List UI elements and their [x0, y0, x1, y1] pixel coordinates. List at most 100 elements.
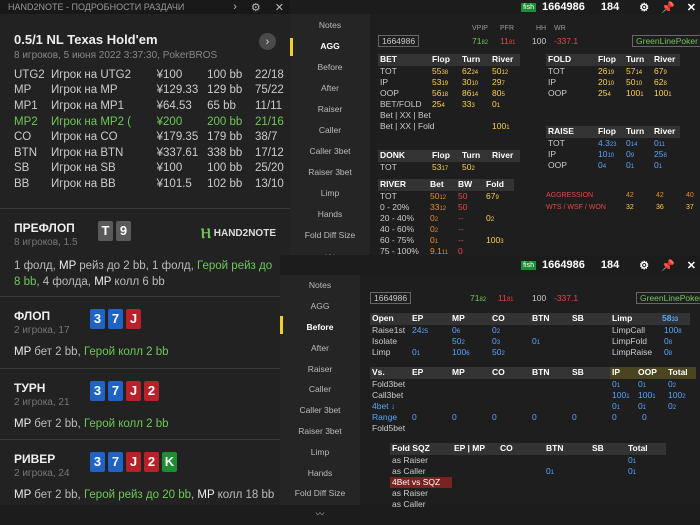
site-box[interactable]: GreenLinePoker — [632, 35, 700, 47]
menu-item[interactable]: Raiser — [280, 358, 360, 379]
stat-cell[interactable]: 502 — [460, 162, 490, 173]
stat-cell[interactable] — [498, 455, 544, 466]
stat-cell[interactable]: 50 — [456, 191, 484, 202]
menu-item[interactable]: Raiser 3bet — [290, 161, 370, 182]
stat-cell[interactable]: 5319 — [430, 77, 460, 88]
stat-cell[interactable]: 5538 — [430, 66, 460, 77]
stat-cell[interactable] — [544, 455, 590, 466]
stat-cell[interactable]: 014 — [624, 138, 652, 149]
stat-cell[interactable]: 0 — [570, 412, 610, 423]
menu-item[interactable]: AGG — [290, 35, 370, 56]
site-box[interactable]: GreenLinePoker — [636, 292, 700, 304]
stat-cell[interactable]: 6224 — [460, 66, 490, 77]
stat-cell[interactable]: 502 — [450, 336, 490, 347]
stat-cell[interactable] — [530, 347, 570, 358]
stat-cell[interactable]: 01 — [410, 347, 450, 358]
stat-cell[interactable]: 1003 — [484, 235, 514, 246]
player-id-box[interactable]: 1664986 — [370, 292, 412, 304]
menu-item[interactable]: Raiser — [290, 98, 370, 119]
stat-cell[interactable]: 04 — [596, 160, 624, 171]
stat-cell[interactable]: 02 — [428, 213, 456, 224]
stat-cell[interactable] — [530, 325, 570, 336]
menu-item[interactable]: Before — [290, 56, 370, 77]
stat-cell[interactable]: 08 — [662, 347, 692, 358]
menu-item[interactable]: Limp — [280, 441, 360, 462]
stat-cell[interactable]: 01 — [624, 160, 652, 171]
stat-cell[interactable]: 01 — [490, 99, 520, 110]
stat-cell[interactable]: 5317 — [430, 162, 460, 173]
stat-cell[interactable] — [452, 455, 498, 466]
stat-cell[interactable]: 3010 — [460, 77, 490, 88]
stat-cell[interactable]: -- — [456, 213, 484, 224]
stat-cell[interactable]: 01 — [544, 466, 590, 477]
stat-cell[interactable]: 01 — [636, 401, 666, 412]
stat-cell[interactable]: 50 — [456, 202, 484, 213]
menu-item[interactable]: Raiser 3bet — [280, 421, 360, 442]
stat-cell[interactable]: 2425 — [410, 325, 450, 336]
stat-cell[interactable]: 01 — [610, 401, 636, 412]
menu-item[interactable]: Fold Diff Size — [280, 483, 360, 504]
stat-cell[interactable]: -- — [456, 224, 484, 235]
stat-cell[interactable]: 333 — [460, 99, 490, 110]
menu-item[interactable]: Caller 3bet — [290, 140, 370, 161]
stat-cell[interactable]: 1001 — [624, 88, 652, 99]
stat-cell[interactable]: 01 — [626, 466, 666, 477]
stat-cell[interactable]: 3312 — [428, 202, 456, 213]
stat-cell[interactable]: 297 — [490, 77, 520, 88]
stat-cell[interactable]: 1001 — [610, 390, 636, 401]
chart-icon[interactable]: 〰 — [280, 504, 360, 525]
stat-cell[interactable]: 01 — [530, 336, 570, 347]
stat-cell[interactable]: 5012 — [428, 191, 456, 202]
stat-cell[interactable]: 01 — [626, 455, 666, 466]
stat-cell[interactable]: -- — [456, 235, 484, 246]
stat-cell[interactable]: 011 — [652, 138, 680, 149]
stat-cell[interactable]: 1002 — [666, 390, 696, 401]
stat-cell[interactable]: 5714 — [624, 66, 652, 77]
stat-cell[interactable] — [452, 466, 498, 477]
stat-cell[interactable]: 0 — [490, 412, 530, 423]
stat-cell[interactable]: 0 — [410, 412, 450, 423]
stat-cell[interactable]: 8614 — [460, 88, 490, 99]
stat-cell[interactable]: 02 — [666, 379, 696, 390]
stat-cell[interactable]: 254 — [430, 99, 460, 110]
stat-cell[interactable]: 254 — [596, 88, 624, 99]
stat-cell[interactable]: 5010 — [624, 77, 652, 88]
stat-cell[interactable]: 2010 — [596, 77, 624, 88]
close-icon[interactable]: ✕ — [687, 1, 696, 14]
stat-cell[interactable]: 258 — [652, 149, 680, 160]
pin-icon[interactable]: 📌 — [661, 259, 675, 272]
stat-cell[interactable] — [498, 466, 544, 477]
stat-cell[interactable]: 0 — [450, 412, 490, 423]
stat-cell[interactable]: 1006 — [450, 347, 490, 358]
menu-item[interactable]: Before — [280, 317, 360, 338]
player-id-box[interactable]: 1664986 — [378, 35, 420, 47]
stat-cell[interactable] — [484, 202, 514, 213]
gear-icon[interactable]: ⚙ — [251, 1, 261, 14]
stat-cell[interactable]: 01 — [610, 379, 636, 390]
stat-cell[interactable]: 02 — [490, 325, 530, 336]
menu-item[interactable]: After — [280, 337, 360, 358]
stat-cell[interactable]: 1001 — [636, 390, 666, 401]
stat-cell[interactable]: 02 — [428, 224, 456, 235]
stat-cell[interactable]: 628 — [652, 77, 680, 88]
stat-cell[interactable]: 02 — [666, 401, 696, 412]
menu-item[interactable]: Caller 3bet — [280, 400, 360, 421]
stat-cell[interactable]: 1008 — [662, 325, 692, 336]
stat-cell[interactable]: 805 — [490, 88, 520, 99]
stat-cell[interactable] — [590, 466, 626, 477]
menu-item[interactable]: Hands — [280, 462, 360, 483]
menu-item[interactable]: AGG — [280, 296, 360, 317]
menu-item[interactable]: Notes — [280, 275, 360, 296]
stat-cell[interactable]: 09 — [624, 149, 652, 160]
stat-cell[interactable]: 06 — [450, 325, 490, 336]
gear-icon[interactable]: ⚙ — [639, 1, 649, 14]
stat-cell[interactable]: 5618 — [430, 88, 460, 99]
stat-cell[interactable]: 679 — [652, 66, 680, 77]
chevron-right-icon[interactable]: › — [233, 1, 237, 14]
stat-cell[interactable]: 01 — [652, 160, 680, 171]
stat-cell[interactable]: 01 — [428, 235, 456, 246]
stat-cell[interactable]: 5012 — [490, 66, 520, 77]
menu-item[interactable]: After — [290, 77, 370, 98]
stat-cell[interactable]: 502 — [490, 347, 530, 358]
stat-cell[interactable]: 0 — [530, 412, 570, 423]
